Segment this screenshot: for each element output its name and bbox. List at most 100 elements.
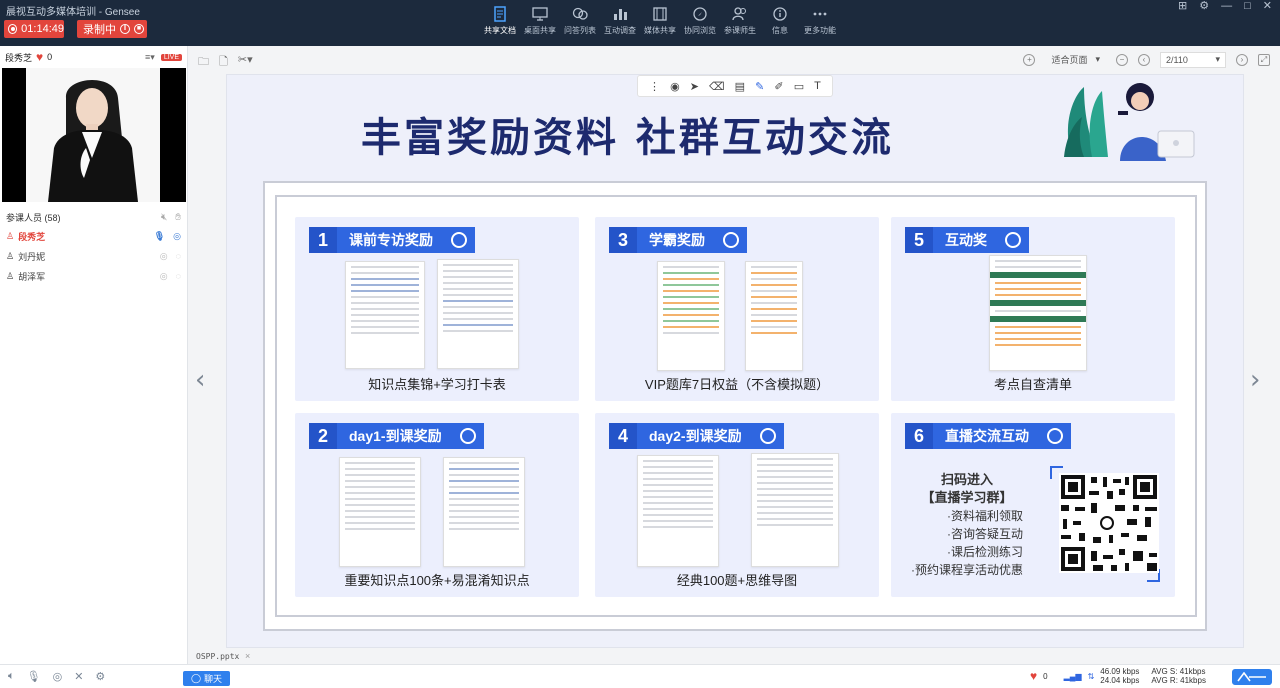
slide-canvas[interactable]: ⋮ ◉ ➤ ⌫ ▤ ✎ ✐ ▭ T 丰富奖励资料 社群互动交流 1 课前专访奖励 xyxy=(226,74,1244,648)
settings-icon[interactable]: ⚙ xyxy=(1199,0,1209,12)
camera-icon[interactable]: ◎ xyxy=(53,670,63,683)
cursor-icon[interactable]: ➤ xyxy=(690,80,699,93)
tool-share-document[interactable]: 共享文档 xyxy=(480,6,520,36)
microphone-icon[interactable]: 🎙︎ xyxy=(27,670,41,683)
zoom-select[interactable]: 适合页面 ▾ xyxy=(1045,51,1106,68)
qr-instructions: 扫码进入 【直播学习群】 ·资料福利领取 ·咨询答疑互动 ·课后检测练习 ·预约… xyxy=(911,471,1023,579)
next-slide-arrow[interactable]: › xyxy=(1250,365,1260,395)
heart-icon[interactable]: ♥ xyxy=(36,50,43,64)
card-caption: VIP题库7日权益（不含模拟题） xyxy=(644,377,830,392)
brand-logo-mark xyxy=(1237,672,1266,682)
tool-more[interactable]: 更多功能 xyxy=(800,6,840,36)
prev-page-icon[interactable]: ‹ xyxy=(1138,53,1150,66)
document-thumbnail xyxy=(637,455,719,567)
minimize-icon[interactable]: — xyxy=(1221,0,1232,12)
chat-bubble-icon[interactable]: ◌ xyxy=(176,251,181,262)
speaker-icon[interactable]: 🔈︎ xyxy=(8,670,15,683)
maximize-icon[interactable]: □ xyxy=(1244,0,1251,12)
reward-card: 1 课前专访奖励 知识点集锦+学习打卡表 xyxy=(295,217,579,401)
reward-card: 5 互动奖 考点自查清单 xyxy=(891,217,1175,401)
annotation-toolbar: ⋮ ◉ ➤ ⌫ ▤ ✎ ✐ ▭ T xyxy=(637,75,833,97)
highlighter-icon[interactable]: ✐ xyxy=(774,80,783,93)
record-timer[interactable]: 01:14:49 xyxy=(4,20,64,38)
next-page-icon[interactable]: › xyxy=(1236,53,1248,66)
card-title: 学霸奖励 xyxy=(649,232,705,248)
slide-inner-frame: 1 课前专访奖励 知识点集锦+学习打卡表 3 学霸奖励 VIP题库7日权益（不含… xyxy=(275,195,1197,617)
stop-record-icon[interactable]: ■ xyxy=(134,24,144,34)
mute-all-icon[interactable]: 🔇︎ xyxy=(161,212,167,223)
card-title: day1-到课奖励 xyxy=(349,428,442,444)
close-icon[interactable]: ✕ xyxy=(1263,0,1272,12)
chat-button[interactable]: ◯ 聊天 xyxy=(183,671,230,686)
pen-icon[interactable]: ✎ xyxy=(755,80,764,93)
zoom-out-icon[interactable]: − xyxy=(1116,53,1128,66)
recording-state-button[interactable]: 录制中 ‖ ■ xyxy=(77,20,147,38)
file-icon[interactable]: 🗋 xyxy=(219,53,228,72)
beauty-icon[interactable]: ✕ xyxy=(74,670,83,683)
tool-participants[interactable]: 参课师生 xyxy=(720,6,760,36)
scissors-icon[interactable]: ✂▾ xyxy=(238,53,253,72)
chevron-down-icon: ▾ xyxy=(1215,54,1220,64)
circle-icon xyxy=(459,428,476,444)
attendees-count: 参课人员 (58) xyxy=(6,212,61,223)
document-thumbnail xyxy=(989,255,1087,371)
user-icon: ♙ xyxy=(6,250,15,261)
presenter-name: 段秀芝 xyxy=(5,52,33,63)
close-file-icon[interactable]: × xyxy=(245,651,250,661)
pause-record-icon[interactable]: ‖ xyxy=(120,24,130,34)
video-menu-icon[interactable]: ≡▾ xyxy=(145,52,155,63)
camera-icon[interactable]: ◎ xyxy=(160,251,168,262)
file-tab[interactable]: OSPP.pptx xyxy=(196,652,239,661)
presenter-video[interactable] xyxy=(2,68,186,202)
page-select[interactable]: 2/110 ▾ xyxy=(1160,51,1226,68)
like-count: 0 xyxy=(1043,671,1048,681)
layout-icon[interactable]: ⊞ xyxy=(1178,0,1187,12)
fullscreen-icon[interactable]: ⤢ xyxy=(1258,53,1270,66)
co-browse-icon xyxy=(693,7,707,21)
card-caption: 重要知识点100条+易混淆知识点 xyxy=(344,573,530,588)
heart-icon[interactable]: ♥ xyxy=(1030,669,1037,683)
record-icon xyxy=(8,24,18,34)
rectangle-icon[interactable]: ▭ xyxy=(794,80,804,93)
card-header: 1 课前专访奖励 xyxy=(309,227,475,253)
document-thumbnail xyxy=(345,261,425,369)
reward-card: 3 学霸奖励 VIP题库7日权益（不含模拟题） xyxy=(595,217,879,401)
record-pointer-icon[interactable]: ◉ xyxy=(670,80,680,93)
tool-desktop-share[interactable]: 桌面共享 xyxy=(520,6,560,36)
tool-qa-list[interactable]: 问答列表 xyxy=(560,6,600,36)
illustration-woman-laptop xyxy=(1064,83,1195,161)
avg-receive: AVG R: 41kbps xyxy=(1151,676,1206,685)
folder-icon[interactable]: 🗀 xyxy=(198,53,209,72)
hand-icon[interactable]: ✋︎ xyxy=(175,212,181,223)
document-thumbnail xyxy=(751,453,839,567)
prev-slide-arrow[interactable]: ‹ xyxy=(195,365,205,395)
drag-handle-icon[interactable]: ⋮ xyxy=(649,80,660,93)
text-tool-icon[interactable]: T xyxy=(814,80,821,92)
signal-icon: ▂▄▆ xyxy=(1063,671,1082,681)
attendees-header: 参课人员 (58) 🔇︎ ✋︎ xyxy=(0,208,187,226)
mic-icon[interactable]: 🎙︎ xyxy=(154,231,165,242)
tool-info[interactable]: 信息 xyxy=(760,6,800,36)
circle-icon xyxy=(1047,428,1063,444)
settings-icon[interactable]: ⚙ xyxy=(95,670,105,683)
window-controls: ⊞ ⚙ — □ ✕ xyxy=(1178,0,1272,12)
camera-icon[interactable]: ◎ xyxy=(160,271,168,282)
left-panel: 段秀芝 ♥ 0 ≡▾ LIVE 参课人员 (58) 🔇︎ ✋︎ ♙ 段秀芝 🎙︎… xyxy=(0,46,188,688)
clear-icon[interactable]: ▤ xyxy=(735,80,745,93)
chat-bubble-icon[interactable]: ◌ xyxy=(176,271,181,282)
tool-survey[interactable]: 互动调查 xyxy=(600,6,640,36)
participants-icon xyxy=(732,7,746,21)
tool-media-share[interactable]: 媒体共享 xyxy=(640,6,680,36)
eraser-icon[interactable]: ⌫ xyxy=(709,80,725,93)
card-header: 2 day1-到课奖励 xyxy=(309,423,484,449)
zoom-in-icon[interactable]: + xyxy=(1023,53,1036,66)
attendee-row[interactable]: ♙ 段秀芝 🎙︎ ◎ xyxy=(0,226,187,246)
slide-frame: 1 课前专访奖励 知识点集锦+学习打卡表 3 学霸奖励 VIP题库7日权益（不含… xyxy=(263,181,1207,631)
camera-icon[interactable]: ◎ xyxy=(173,231,181,242)
circle-icon xyxy=(723,232,739,248)
chat-bubble-icon: ◯ xyxy=(190,673,202,683)
card-title: 直播交流互动 xyxy=(945,428,1029,444)
attendee-row[interactable]: ♙ 刘丹妮 ◎ ◌ xyxy=(0,246,187,266)
attendee-row[interactable]: ♙ 胡泽军 ◎ ◌ xyxy=(0,266,187,286)
tool-co-browse[interactable]: 协同浏览 xyxy=(680,6,720,36)
